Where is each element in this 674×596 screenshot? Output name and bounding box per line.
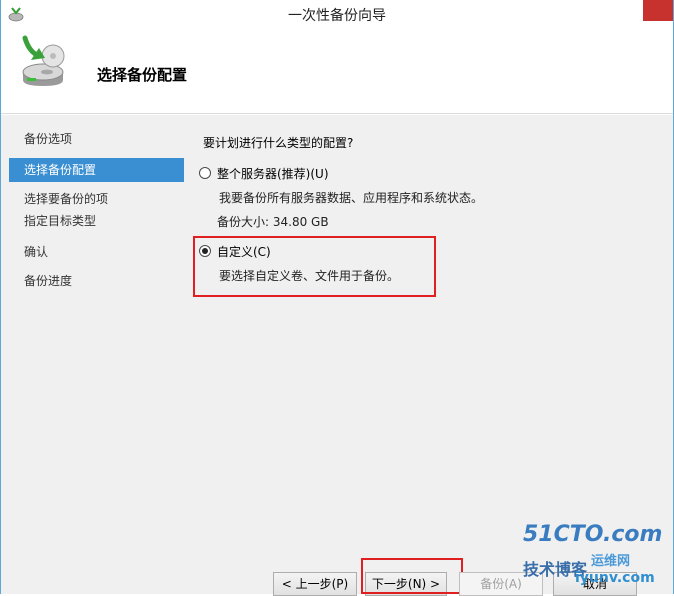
watermark-site: 51CTO.com [523,522,663,547]
watermark-url: iyunv.com [575,570,655,586]
backup-disk-icon [22,35,65,86]
page-title: 选择备份配置 [97,66,188,84]
backup-size-text: 备份大小: 34.80 GB [217,215,329,229]
wizard-window: 一次性备份向导 选择备份配置 备份选项 选择备份配置 选择要备份的项 指定目标类… [0,0,674,596]
nav-item-select-items[interactable]: 选择要备份的项 [9,187,184,211]
close-button[interactable] [643,0,673,21]
full-server-label[interactable]: 整个服务器(推荐)(U) [217,165,329,182]
question-text: 要计划进行什么类型的配置? [203,136,354,150]
watermark: 51CTO.com 技术博客 运维网 iyunv.com [523,522,663,590]
highlight-box-next [361,558,463,594]
wizard-header: 选择备份配置 [1,28,673,114]
nav-item-select-config[interactable]: 选择备份配置 [9,158,184,182]
nav-item-progress[interactable]: 备份进度 [9,269,184,293]
full-server-description: 我要备份所有服务器数据、应用程序和系统状态。 [219,191,484,205]
wizard-steps-nav: 备份选项 选择备份配置 选择要备份的项 指定目标类型 确认 备份进度 [1,115,187,594]
nav-item-backup-options[interactable]: 备份选项 [9,127,184,151]
window-title: 一次性备份向导 [288,8,386,24]
full-server-radio[interactable] [199,167,211,179]
nav-item-confirm[interactable]: 确认 [9,240,184,264]
previous-button[interactable]: < 上一步(P) [273,572,357,596]
title-bar[interactable]: 一次性备份向导 [1,0,673,28]
highlight-box-custom [193,236,436,297]
watermark-line2: 运维网 [591,554,631,569]
nav-item-target-type[interactable]: 指定目标类型 [9,209,184,233]
